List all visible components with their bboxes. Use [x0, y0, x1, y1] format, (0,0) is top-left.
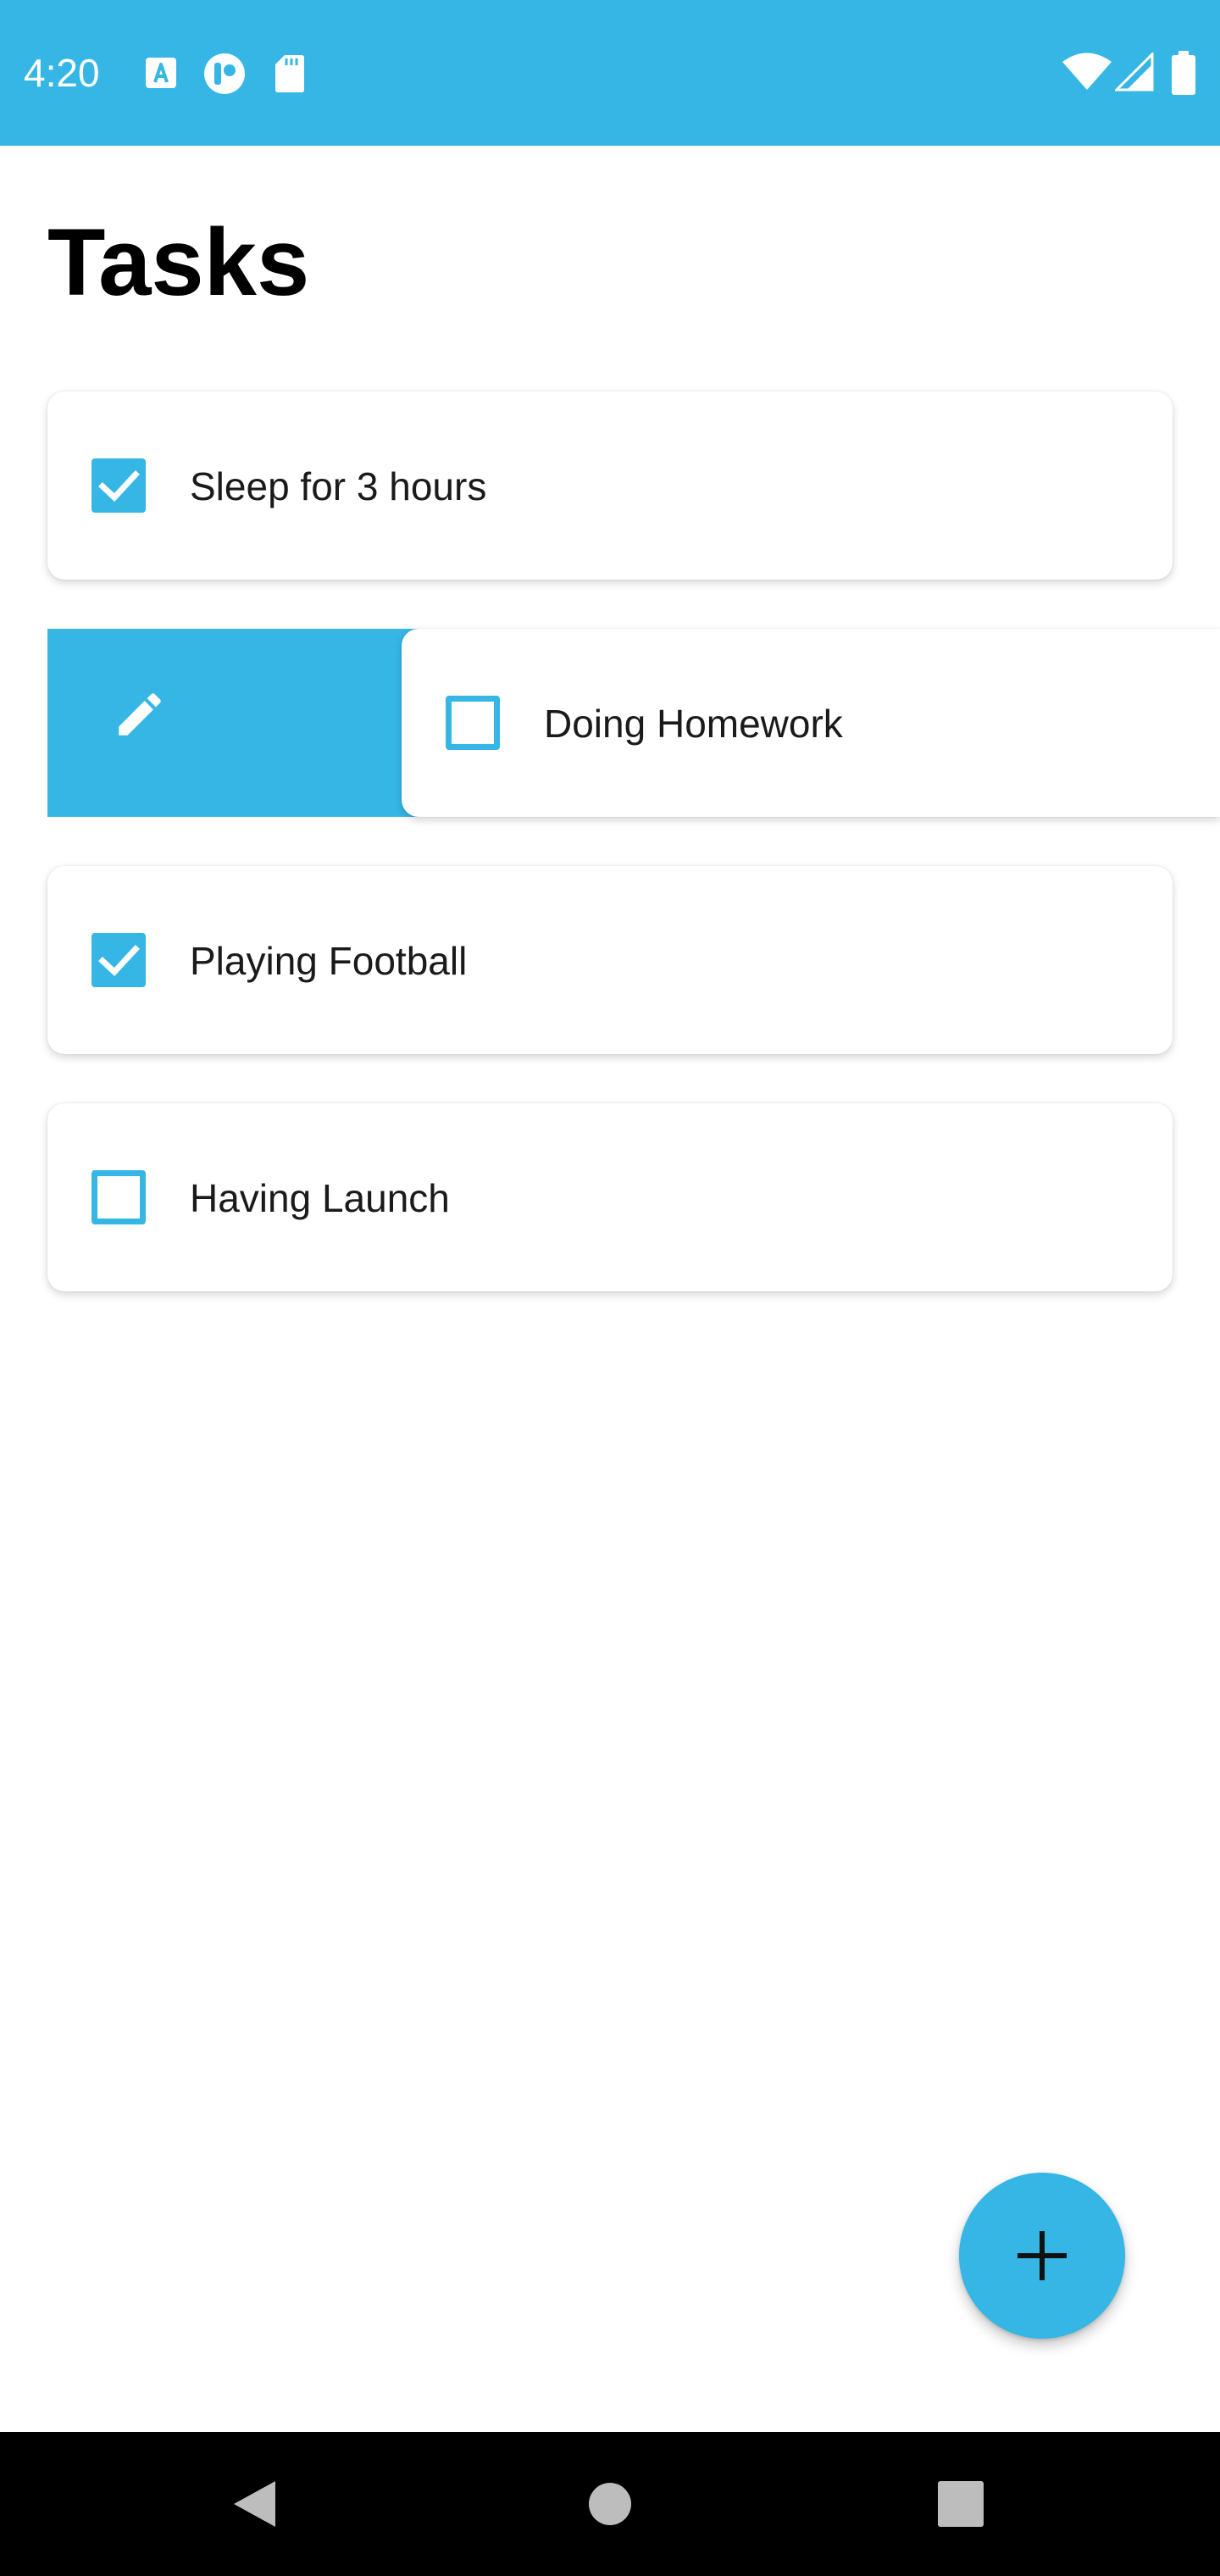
checkmark-icon	[98, 945, 140, 976]
checkmark-icon	[98, 470, 140, 502]
task-item[interactable]: Sleep for 3 hours	[47, 391, 1173, 580]
task-label: Playing Football	[190, 939, 468, 983]
task-checkbox[interactable]	[446, 696, 500, 750]
task-checkbox[interactable]	[92, 1170, 146, 1224]
task-checkbox[interactable]	[92, 933, 146, 987]
home-button[interactable]	[525, 2432, 695, 2576]
task-label: Having Launch	[190, 1176, 450, 1220]
battery-icon	[1172, 51, 1195, 95]
plus-icon	[1018, 2231, 1067, 2280]
face-app-icon	[204, 53, 245, 94]
swipe-edit-action[interactable]	[47, 629, 420, 817]
back-button[interactable]	[169, 2432, 339, 2576]
task-item[interactable]: Doing Homework	[402, 629, 1220, 817]
task-label: Sleep for 3 hours	[190, 464, 487, 508]
wifi-icon	[1062, 53, 1112, 90]
sd-card-icon	[275, 55, 304, 92]
add-task-button[interactable]	[959, 2173, 1125, 2339]
back-icon	[234, 2481, 275, 2527]
a-badge-icon	[146, 58, 176, 88]
task-checkbox[interactable]	[92, 458, 146, 513]
status-bar: 4:20	[0, 0, 1220, 146]
task-item[interactable]: Having Launch	[47, 1103, 1173, 1291]
recents-icon	[938, 2481, 984, 2527]
status-time: 4:20	[24, 51, 100, 95]
navigation-bar	[0, 2432, 1220, 2576]
task-label: Doing Homework	[544, 702, 843, 746]
page-title: Tasks	[47, 209, 310, 315]
home-icon	[589, 2483, 631, 2525]
task-item[interactable]: Playing Football	[47, 866, 1173, 1054]
cell-signal-icon	[1115, 53, 1154, 92]
edit-icon	[119, 693, 161, 736]
recents-button[interactable]	[876, 2432, 1045, 2576]
